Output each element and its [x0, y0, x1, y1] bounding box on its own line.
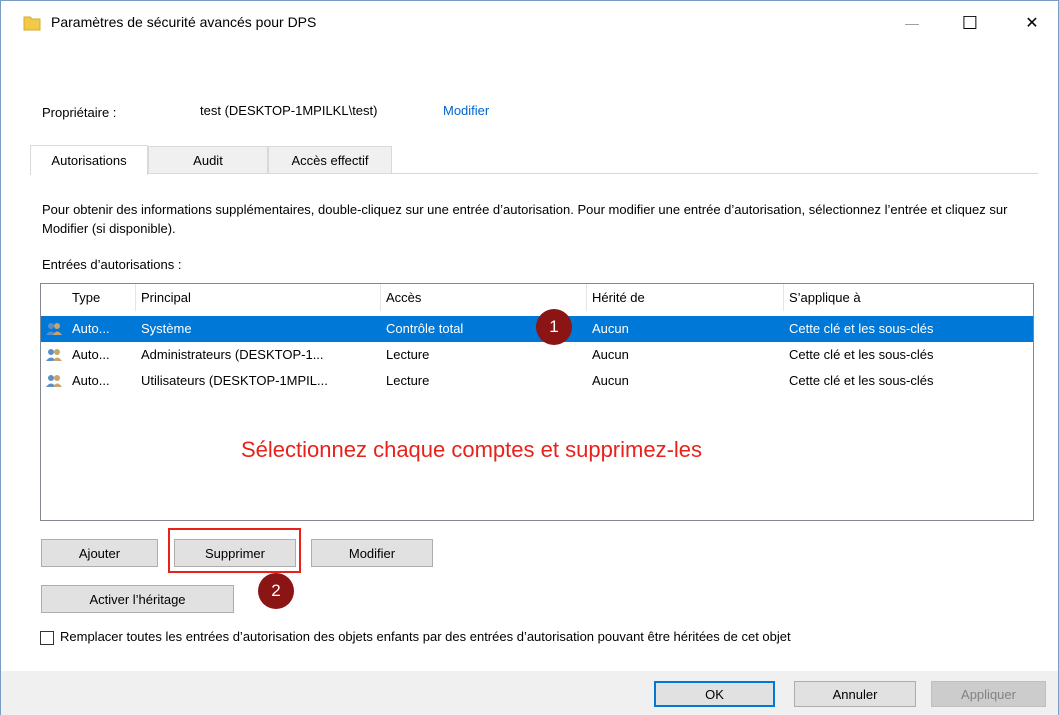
maximize-icon: ☐: [961, 12, 979, 33]
cell-access: Lecture: [386, 373, 430, 388]
column-header-type[interactable]: Type: [67, 284, 136, 311]
enable-inheritance-button[interactable]: Activer l’héritage: [41, 585, 234, 613]
cell-type: Auto...: [72, 347, 110, 362]
apply-button[interactable]: Appliquer: [931, 681, 1046, 707]
remove-button[interactable]: Supprimer: [174, 539, 296, 567]
cell-inherited: Aucun: [592, 321, 629, 336]
users-icon: [46, 349, 62, 361]
cell-principal: Utilisateurs (DESKTOP-1MPIL...: [141, 373, 328, 388]
instruction-annotation: Sélectionnez chaque comptes et supprimez…: [241, 437, 703, 462]
tab-label: Audit: [193, 153, 223, 168]
list-header: Type Principal Accès Hérité de S’appliqu…: [41, 284, 1033, 311]
step-badge-1: 1: [536, 309, 572, 345]
table-row[interactable]: Auto... Utilisateurs (DESKTOP-1MPIL... L…: [41, 368, 1033, 394]
info-text: Pour obtenir des informations supplément…: [42, 202, 1008, 236]
tab-divider: [30, 173, 1038, 174]
cell-inherited: Aucun: [592, 373, 629, 388]
replace-child-entries-label: Remplacer toutes les entrées d’autorisat…: [60, 629, 791, 644]
title-bar[interactable]: Paramètres de sécurité avancés pour DPS …: [1, 1, 1058, 45]
replace-child-entries-checkbox[interactable]: [40, 631, 54, 645]
tab-label: Autorisations: [51, 153, 127, 168]
cell-inherited: Aucun: [592, 347, 629, 362]
close-button[interactable]: ✕: [1009, 1, 1055, 45]
cell-applies: Cette clé et les sous-clés: [789, 347, 934, 362]
column-header-inherited[interactable]: Hérité de: [587, 284, 784, 311]
owner-label: Propriétaire :: [42, 105, 117, 120]
users-icon: [46, 323, 62, 335]
tab-effective-access[interactable]: Accès effectif: [268, 146, 392, 174]
security-dialog: Paramètres de sécurité avancés pour DPS …: [0, 0, 1059, 715]
table-row[interactable]: Auto... Administrateurs (DESKTOP-1... Le…: [41, 342, 1033, 368]
cell-access: Lecture: [386, 347, 430, 362]
column-header-principal[interactable]: Principal: [136, 284, 381, 311]
column-header-access[interactable]: Accès: [381, 284, 587, 311]
cancel-button[interactable]: Annuler: [794, 681, 916, 707]
cell-principal: Système: [141, 321, 192, 336]
tab-permissions[interactable]: Autorisations: [30, 145, 148, 175]
ok-button[interactable]: OK: [654, 681, 775, 707]
cell-principal: Administrateurs (DESKTOP-1...: [141, 347, 324, 362]
tab-label: Accès effectif: [291, 153, 369, 168]
cell-type: Auto...: [72, 321, 110, 336]
folder-icon: [23, 16, 41, 31]
dialog-content: Propriétaire : test (DESKTOP-1MPILKL\tes…: [18, 65, 1044, 685]
edit-button[interactable]: Modifier: [311, 539, 433, 567]
tab-audit[interactable]: Audit: [148, 146, 268, 174]
change-owner-link[interactable]: Modifier: [443, 103, 489, 118]
cell-applies: Cette clé et les sous-clés: [789, 373, 934, 388]
minimize-icon: —: [905, 15, 919, 31]
cell-type: Auto...: [72, 373, 110, 388]
owner-value: test (DESKTOP-1MPILKL\test): [200, 103, 378, 118]
entries-label: Entrées d’autorisations :: [42, 257, 182, 272]
step-badge-2: 2: [258, 573, 294, 609]
users-icon: [46, 375, 62, 387]
maximize-button[interactable]: ☐: [947, 1, 993, 45]
window-title: Paramètres de sécurité avancés pour DPS: [51, 14, 317, 30]
dialog-footer: OK Annuler Appliquer: [1, 671, 1058, 715]
column-header-applies[interactable]: S’applique à: [784, 284, 1033, 311]
add-button[interactable]: Ajouter: [41, 539, 158, 567]
close-icon: ✕: [1025, 15, 1039, 32]
minimize-button[interactable]: —: [889, 1, 935, 45]
cell-applies: Cette clé et les sous-clés: [789, 321, 934, 336]
